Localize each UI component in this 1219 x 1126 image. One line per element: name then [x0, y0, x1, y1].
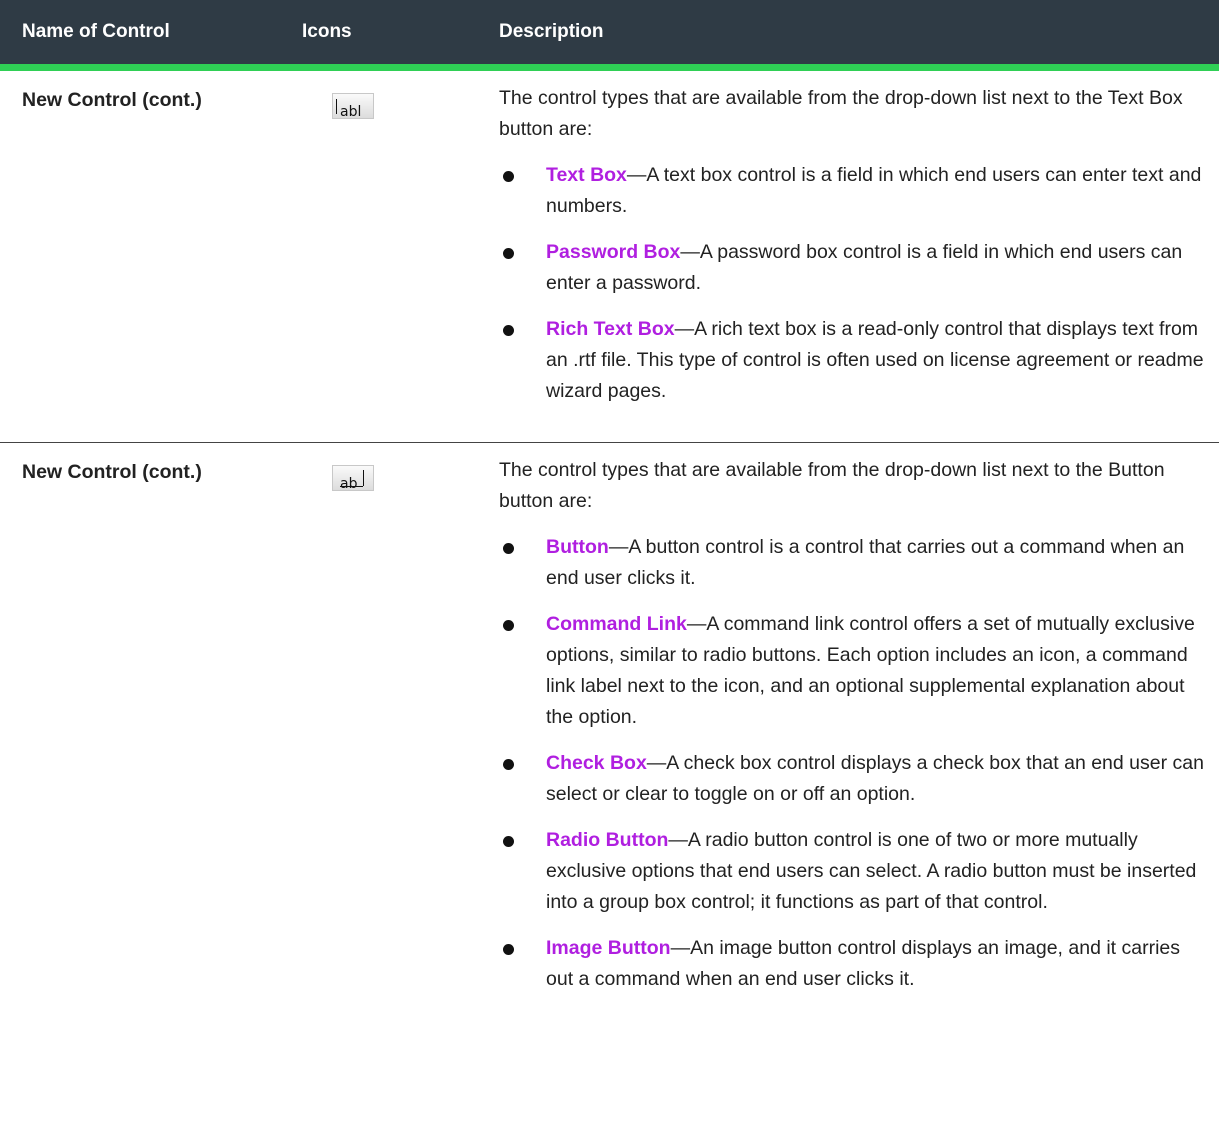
table-row: New Control (cont.) ab The control types… — [0, 443, 1219, 1031]
link-check-box[interactable]: Check Box — [546, 752, 647, 774]
link-image-button[interactable]: Image Button — [546, 937, 671, 959]
description-intro: The control types that are available fro… — [499, 87, 1183, 140]
header-name-of-control: Name of Control — [0, 0, 272, 71]
table-row: New Control (cont.) abl The control type… — [0, 67, 1219, 443]
list-item: Password Box—A password box control is a… — [499, 237, 1209, 299]
link-command-link[interactable]: Command Link — [546, 613, 687, 635]
push-button-icon: ab — [332, 465, 374, 492]
item-description: —A text box control is a field in which … — [546, 164, 1202, 217]
item-description: —A button control is a control that carr… — [546, 536, 1185, 589]
list-item: Image Button—An image button control dis… — [499, 933, 1209, 995]
link-text-box[interactable]: Text Box — [546, 164, 627, 186]
list-item: Radio Button—A radio button control is o… — [499, 825, 1209, 918]
header-description: Description — [477, 0, 1219, 71]
description: The control types that are available fro… — [477, 443, 1219, 1031]
list-item: Button—A button control is a control tha… — [499, 532, 1209, 594]
link-radio-button[interactable]: Radio Button — [546, 829, 668, 851]
bullet-icon — [503, 759, 514, 770]
controls-table: Name of Control Icons Description New Co… — [0, 0, 1219, 1030]
link-rich-text-box[interactable]: Rich Text Box — [546, 318, 675, 340]
bullet-icon — [503, 325, 514, 336]
list-item: Check Box—A check box control displays a… — [499, 748, 1209, 810]
text-box-icon: abl — [332, 93, 374, 120]
description-intro: The control types that are available fro… — [499, 459, 1165, 512]
control-name: New Control (cont.) — [22, 461, 202, 483]
control-type-list: Button—A button control is a control tha… — [499, 532, 1209, 995]
bullet-icon — [503, 248, 514, 259]
bullet-icon — [503, 620, 514, 631]
control-type-list: Text Box—A text box control is a field i… — [499, 160, 1209, 407]
bullet-icon — [503, 836, 514, 847]
bullet-icon — [503, 543, 514, 554]
list-item: Command Link—A command link control offe… — [499, 609, 1209, 733]
link-password-box[interactable]: Password Box — [546, 241, 680, 263]
header-icons: Icons — [272, 0, 477, 71]
control-name: New Control (cont.) — [0, 67, 272, 443]
description: The control types that are available fro… — [477, 67, 1219, 443]
list-item: Rich Text Box—A rich text box is a read-… — [499, 314, 1209, 407]
link-button[interactable]: Button — [546, 536, 609, 558]
bullet-icon — [503, 944, 514, 955]
bullet-icon — [503, 171, 514, 182]
table-header-row: Name of Control Icons Description — [0, 0, 1219, 71]
list-item: Text Box—A text box control is a field i… — [499, 160, 1209, 222]
